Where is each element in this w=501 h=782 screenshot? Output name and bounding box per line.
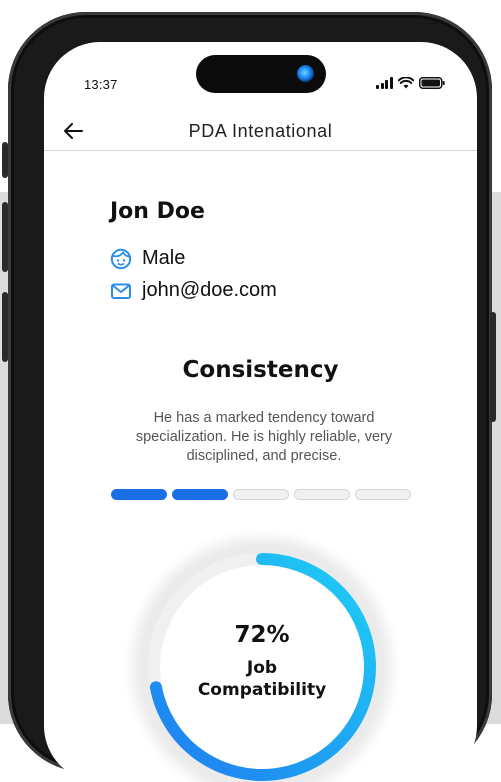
- email-text: john@doe.com: [142, 279, 277, 301]
- gender-row: Male: [110, 247, 185, 270]
- trait-level-segment: [111, 489, 167, 500]
- phone-side-button: [2, 202, 8, 272]
- phone-frame: 13:37 PDA Intenational Jon Doe Male john…: [2, 12, 496, 782]
- phone-side-button: [2, 292, 8, 362]
- mail-icon: [111, 283, 131, 299]
- face-icon: [110, 248, 132, 269]
- status-icons: [376, 75, 466, 91]
- trait-level-segment: [355, 489, 411, 500]
- gauge-svg: [133, 538, 391, 782]
- camera-icon: [297, 65, 314, 82]
- battery-icon: [418, 77, 445, 89]
- compatibility-label: Job Compatibility: [112, 657, 412, 701]
- trait-title: Consistency: [182, 357, 339, 383]
- trait-level-bar: [111, 489, 411, 500]
- trait-level-segment: [172, 489, 228, 500]
- compatibility-label-line2: Compatibility: [197, 680, 327, 700]
- wifi-icon: [397, 77, 414, 89]
- trait-level-segment: [233, 489, 289, 500]
- dynamic-island: [196, 55, 326, 93]
- nav-bar: PDA Intenational: [44, 114, 477, 151]
- compatibility-label-line1: Job: [246, 658, 278, 678]
- email-row: john@doe.com: [110, 279, 277, 302]
- gender-text: Male: [142, 247, 186, 269]
- phone-side-button: [490, 312, 496, 422]
- compatibility-gauge: 72% Job Compatibility: [112, 517, 412, 782]
- compatibility-percent: 72%: [234, 622, 290, 648]
- signal-icon: [376, 77, 393, 89]
- trait-level-segment: [294, 489, 350, 500]
- phone-side-button: [2, 142, 8, 178]
- status-time: 13:37: [84, 77, 118, 92]
- trait-description: He has a marked tendency toward speciali…: [135, 410, 393, 464]
- page-title: PDA Intenational: [188, 121, 333, 141]
- phone-screen: 13:37 PDA Intenational Jon Doe Male john…: [44, 42, 477, 782]
- profile-name: Jon Doe: [110, 199, 205, 224]
